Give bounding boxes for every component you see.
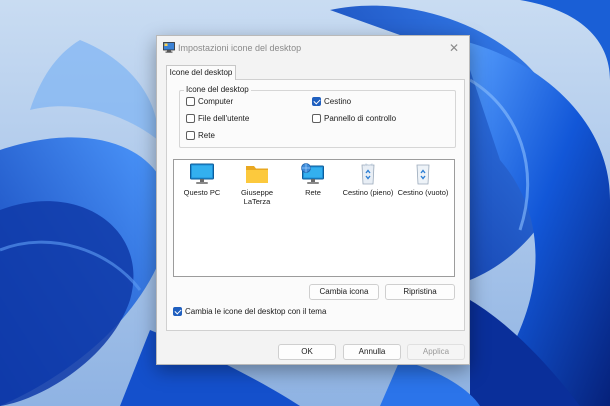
desktop-settings-icon: [163, 42, 175, 53]
icon-label: Cestino (pieno): [342, 188, 394, 197]
checkbox-label: File dell'utente: [198, 114, 250, 123]
checkbox-box[interactable]: [186, 131, 195, 140]
checkbox-label: Pannello di controllo: [324, 114, 397, 123]
icon-item-recycle-bin-empty[interactable]: Cestino (vuoto): [396, 163, 450, 197]
icon-list[interactable]: Questo PC Giuseppe LaTerza Rete Cestino …: [173, 159, 455, 277]
title-bar[interactable]: Impostazioni icone del desktop ✕: [157, 36, 469, 60]
recycle-bin-full-icon: [361, 163, 375, 185]
checkbox-recycle-bin[interactable]: Cestino: [312, 97, 351, 106]
recycle-bin-empty-icon: [416, 164, 430, 185]
dialog-title: Impostazioni icone del desktop: [178, 43, 302, 53]
icon-label: Giuseppe LaTerza: [240, 188, 274, 206]
checkbox-box[interactable]: [173, 307, 182, 316]
checkbox-label: Cambia le icone del desktop con il tema: [185, 307, 327, 316]
ok-button[interactable]: OK: [278, 344, 336, 360]
close-button[interactable]: ✕: [443, 39, 465, 57]
checkbox-label: Cestino: [324, 97, 352, 106]
folder-icon: [246, 166, 268, 183]
icon-item-network[interactable]: Rete: [286, 163, 340, 197]
monitor-icon: [190, 163, 214, 184]
apply-button[interactable]: Applica: [407, 344, 465, 360]
desktop-icon-settings-dialog: Impostazioni icone del desktop ✕ Icone d…: [156, 35, 470, 365]
group-title: Icone del desktop: [184, 85, 251, 94]
checkbox-box[interactable]: [186, 97, 195, 106]
tab-desktop-icons[interactable]: Icone del desktop: [166, 65, 236, 80]
icon-label: Questo PC: [183, 188, 221, 197]
checkbox-theme-icons[interactable]: Cambia le icone del desktop con il tema: [173, 307, 326, 316]
tab-panel: Icone del desktop Computer Cestino File …: [166, 79, 465, 331]
change-icon-button[interactable]: Cambia icona: [309, 284, 379, 300]
cancel-button[interactable]: Annulla: [343, 344, 401, 360]
icon-item-user-folder[interactable]: Giuseppe LaTerza: [230, 163, 284, 206]
checkbox-label: Computer: [198, 97, 234, 106]
icon-item-this-pc[interactable]: Questo PC: [175, 163, 229, 197]
icon-label: Cestino (vuoto): [397, 188, 449, 197]
checkbox-computer[interactable]: Computer: [186, 97, 233, 106]
icon-item-recycle-bin-full[interactable]: Cestino (pieno): [341, 163, 395, 197]
checkbox-network[interactable]: Rete: [186, 131, 215, 140]
icon-label: Rete: [305, 188, 321, 197]
checkbox-box[interactable]: [312, 114, 321, 123]
checkbox-label: Rete: [198, 131, 215, 140]
checkbox-box[interactable]: [312, 97, 321, 106]
checkbox-box[interactable]: [186, 114, 195, 123]
checkbox-control-panel[interactable]: Pannello di controllo: [312, 114, 396, 123]
desktop-icons-group: Icone del desktop Computer Cestino File …: [179, 85, 456, 148]
checkbox-user-files[interactable]: File dell'utente: [186, 114, 249, 123]
network-icon: [301, 163, 324, 184]
restore-default-button[interactable]: Ripristina: [385, 284, 455, 300]
